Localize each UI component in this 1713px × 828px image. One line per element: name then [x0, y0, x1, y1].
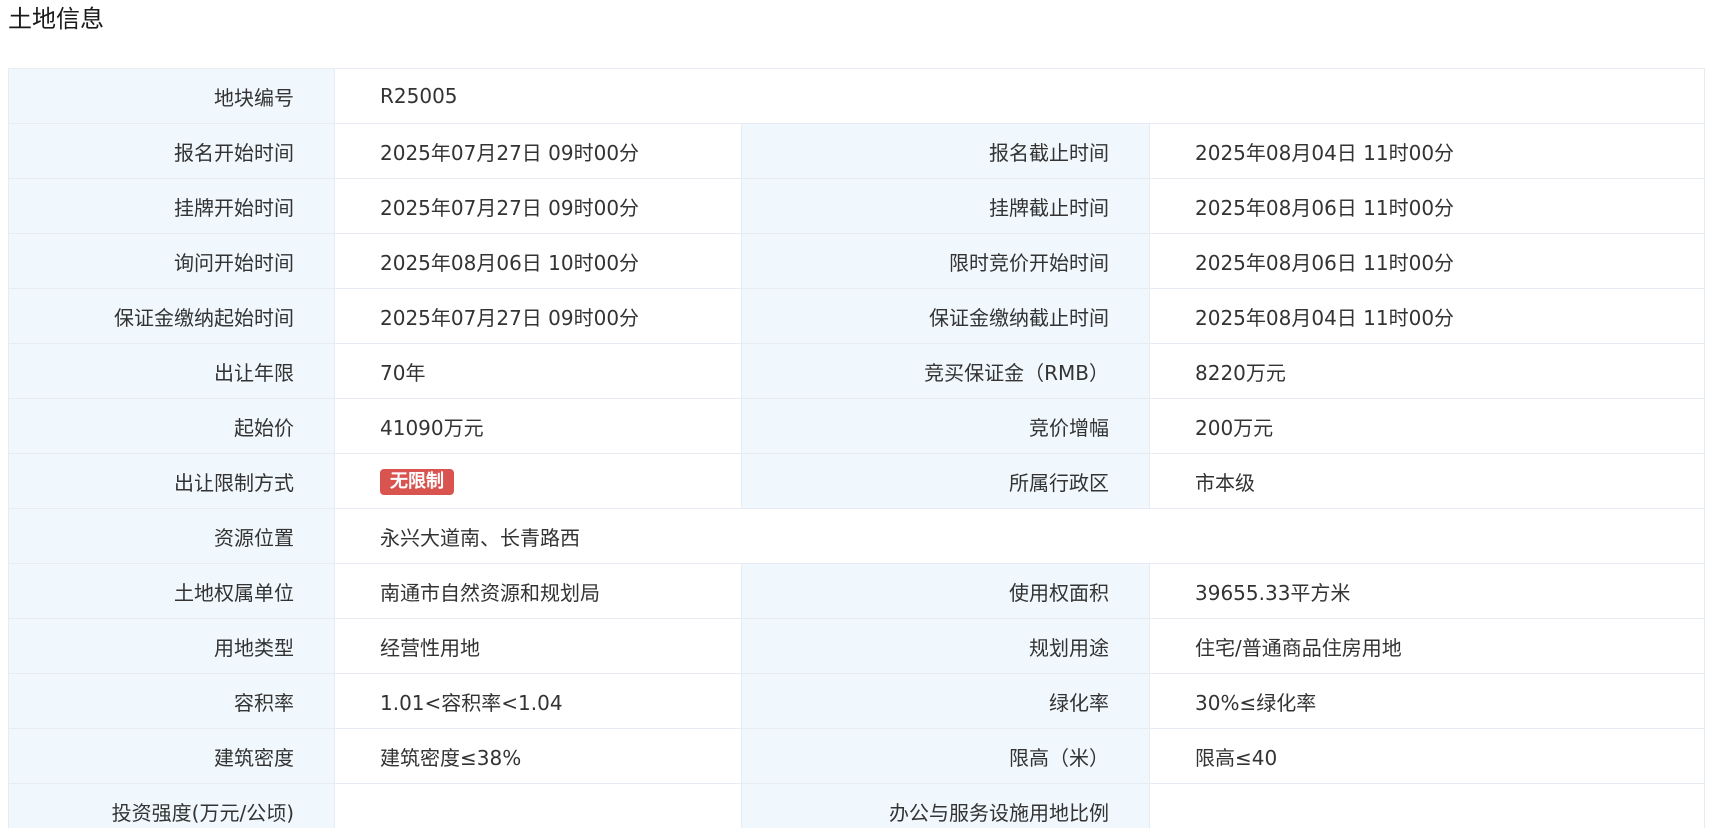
- location-value: 永兴大道南、长青路西: [333, 508, 1706, 564]
- deposit-amount-label: 竞买保证金（RMB）: [741, 343, 1150, 399]
- signup-start-value: 2025年07月27日 09时00分: [334, 123, 742, 179]
- deposit-end-label: 保证金缴纳截止时间: [741, 288, 1150, 344]
- table-row: 保证金缴纳起始时间 2025年07月27日 09时00分 保证金缴纳截止时间 2…: [8, 288, 1706, 344]
- district-value: 市本级: [1148, 453, 1706, 509]
- inquiry-start-label: 询问开始时间: [8, 233, 335, 289]
- parcel-no-value: R25005: [333, 68, 1706, 124]
- plot-ratio-label: 容积率: [8, 673, 335, 729]
- office-ratio-label: 办公与服务设施用地比例: [741, 783, 1150, 828]
- starting-price-value: 41090万元: [334, 398, 742, 454]
- planned-use-value: 住宅/普通商品住房用地: [1148, 618, 1706, 674]
- height-limit-label: 限高（米）: [741, 728, 1150, 784]
- term-label: 出让年限: [8, 343, 335, 399]
- inquiry-start-value: 2025年08月06日 10时00分: [334, 233, 742, 289]
- table-row: 用地类型 经营性用地 规划用途 住宅/普通商品住房用地: [8, 618, 1706, 674]
- land-type-label: 用地类型: [8, 618, 335, 674]
- office-ratio-value: [1148, 783, 1706, 828]
- bidding-start-value: 2025年08月06日 11时00分: [1148, 233, 1706, 289]
- height-limit-value: 限高≤40: [1148, 728, 1706, 784]
- greening-rate-label: 绿化率: [741, 673, 1150, 729]
- owner-label: 土地权属单位: [8, 563, 335, 619]
- owner-value: 南通市自然资源和规划局: [334, 563, 742, 619]
- table-row: 资源位置 永兴大道南、长青路西: [8, 508, 1706, 564]
- listing-end-label: 挂牌截止时间: [741, 178, 1150, 234]
- table-row: 询问开始时间 2025年08月06日 10时00分 限时竞价开始时间 2025年…: [8, 233, 1706, 289]
- deposit-end-value: 2025年08月04日 11时00分: [1148, 288, 1706, 344]
- land-info-table: 地块编号 R25005 报名开始时间 2025年07月27日 09时00分 报名…: [8, 68, 1706, 828]
- table-row: 地块编号 R25005: [8, 68, 1706, 124]
- district-label: 所属行政区: [741, 453, 1150, 509]
- parcel-no-label: 地块编号: [8, 68, 335, 124]
- plot-ratio-value: 1.01<容积率<1.04: [334, 673, 742, 729]
- investment-intensity-value: [334, 783, 742, 828]
- table-row: 投资强度(万元/公顷) 办公与服务设施用地比例: [8, 783, 1706, 828]
- table-row: 出让年限 70年 竞买保证金（RMB） 8220万元: [8, 343, 1706, 399]
- land-type-value: 经营性用地: [334, 618, 742, 674]
- restriction-cell: 无限制: [334, 453, 742, 509]
- listing-start-label: 挂牌开始时间: [8, 178, 335, 234]
- table-row: 建筑密度 建筑密度≤38% 限高（米） 限高≤40: [8, 728, 1706, 784]
- table-row: 容积率 1.01<容积率<1.04 绿化率 30%≤绿化率: [8, 673, 1706, 729]
- bidding-start-label: 限时竞价开始时间: [741, 233, 1150, 289]
- location-label: 资源位置: [8, 508, 335, 564]
- section-title: 土地信息: [8, 5, 104, 33]
- signup-end-value: 2025年08月04日 11时00分: [1148, 123, 1706, 179]
- restriction-badge: 无限制: [380, 468, 454, 495]
- deposit-amount-value: 8220万元: [1148, 343, 1706, 399]
- building-density-value: 建筑密度≤38%: [334, 728, 742, 784]
- deposit-start-label: 保证金缴纳起始时间: [8, 288, 335, 344]
- signup-start-label: 报名开始时间: [8, 123, 335, 179]
- table-row: 起始价 41090万元 竞价增幅 200万元: [8, 398, 1706, 454]
- investment-intensity-label: 投资强度(万元/公顷): [8, 783, 335, 828]
- signup-end-label: 报名截止时间: [741, 123, 1150, 179]
- deposit-start-value: 2025年07月27日 09时00分: [334, 288, 742, 344]
- building-density-label: 建筑密度: [8, 728, 335, 784]
- area-value: 39655.33平方米: [1148, 563, 1706, 619]
- restriction-label: 出让限制方式: [8, 453, 335, 509]
- listing-end-value: 2025年08月06日 11时00分: [1148, 178, 1706, 234]
- bid-increment-value: 200万元: [1148, 398, 1706, 454]
- table-row: 报名开始时间 2025年07月27日 09时00分 报名截止时间 2025年08…: [8, 123, 1706, 179]
- bid-increment-label: 竞价增幅: [741, 398, 1150, 454]
- table-row: 挂牌开始时间 2025年07月27日 09时00分 挂牌截止时间 2025年08…: [8, 178, 1706, 234]
- area-label: 使用权面积: [741, 563, 1150, 619]
- starting-price-label: 起始价: [8, 398, 335, 454]
- table-row: 出让限制方式 无限制 所属行政区 市本级: [8, 453, 1706, 509]
- term-value: 70年: [334, 343, 742, 399]
- listing-start-value: 2025年07月27日 09时00分: [334, 178, 742, 234]
- planned-use-label: 规划用途: [741, 618, 1150, 674]
- greening-rate-value: 30%≤绿化率: [1148, 673, 1706, 729]
- land-info-page: 土地信息 地块编号 R25005 报名开始时间 2025年07月27日 09时0…: [0, 0, 1713, 828]
- table-row: 土地权属单位 南通市自然资源和规划局 使用权面积 39655.33平方米: [8, 563, 1706, 619]
